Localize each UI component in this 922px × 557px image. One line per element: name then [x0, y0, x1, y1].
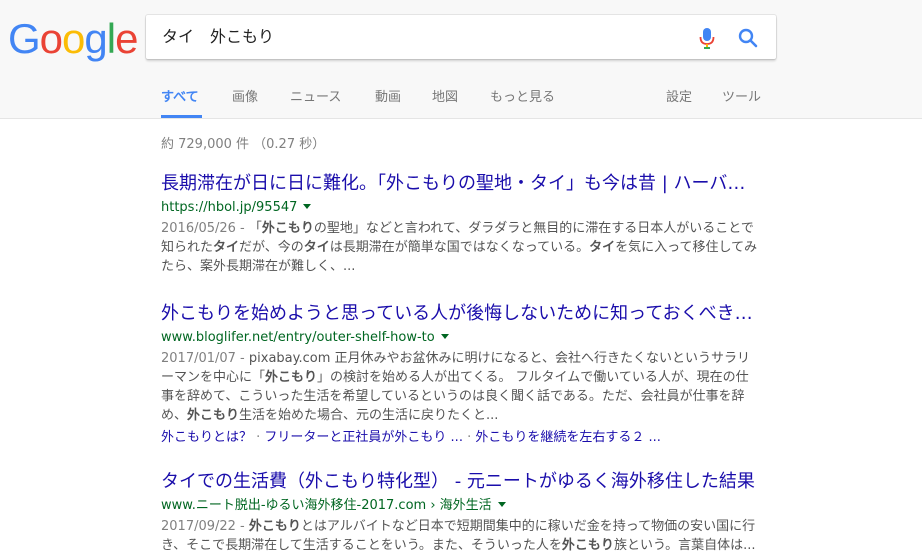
google-logo[interactable]: Google: [8, 14, 138, 64]
snippet-text: は長期滞在が簡単な国ではなくなっている。: [329, 240, 590, 255]
snippet-text: 族という。言葉自体は...: [613, 538, 756, 553]
snippet-highlight: 外こもり: [261, 221, 314, 236]
search-result: 長期滞在が日に日に難化。「外こもりの聖地・タイ」も今は昔 | ハーバ… http…: [161, 172, 761, 276]
result-title-link[interactable]: タイでの生活費（外こもり特化型） - 元ニートがゆるく海外移住した結果: [161, 470, 761, 494]
tab-videos[interactable]: 動画: [375, 86, 401, 105]
result-date: 2016/05/26 -: [161, 221, 249, 236]
snippet-highlight: 外こもり: [187, 408, 240, 423]
search-icon[interactable]: [738, 28, 758, 48]
result-url-text: www.ニート脱出-ゆるい海外移住-2017.com › 海外生活: [161, 498, 492, 513]
tab-tools[interactable]: ツール: [722, 86, 761, 105]
search-input[interactable]: タイ 外こもり: [162, 15, 274, 59]
search-tabs: すべて 画像 ニュース 動画 地図 もっと見る 設定 ツール: [0, 86, 922, 118]
result-title-link[interactable]: 外こもりを始めようと思っている人が後悔しないために知っておくべき…: [161, 302, 761, 326]
sublink[interactable]: フリーターと正社員が外こもり ...: [264, 430, 463, 445]
tab-settings[interactable]: 設定: [666, 86, 692, 105]
search-box[interactable]: タイ 外こもり: [146, 15, 776, 59]
tab-maps[interactable]: 地図: [432, 86, 458, 105]
tab-images[interactable]: 画像: [232, 86, 258, 105]
snippet-text: だが、今の: [239, 240, 304, 255]
result-date: 2017/01/07 -: [161, 351, 249, 366]
snippet-text: 生活を始めた場合、元の生活に戻りたくと...: [239, 408, 499, 423]
logo-letter: o: [39, 15, 63, 62]
snippet-highlight: 外こもり: [265, 370, 318, 385]
result-stats: 約 729,000 件 （0.27 秒）: [161, 137, 326, 152]
result-title-link[interactable]: 長期滞在が日に日に難化。「外こもりの聖地・タイ」も今は昔 | ハーバ…: [161, 172, 761, 196]
logo-letter: e: [115, 15, 138, 62]
snippet-highlight: タイ: [589, 240, 616, 255]
result-snippet: 2016/05/26 - 「外こもりの聖地」などと言われて、ダラダラと無目的に滞…: [161, 219, 761, 276]
result-url-text: https://hbol.jp/95547: [161, 200, 298, 215]
snippet-highlight: 外こもり: [248, 519, 301, 534]
logo-letter: o: [62, 15, 85, 62]
snippet-highlight: 外こもり: [561, 538, 614, 553]
logo-letter: g: [84, 15, 107, 62]
active-tab-indicator: [161, 115, 202, 118]
tab-all[interactable]: すべて: [161, 86, 199, 105]
logo-letter: G: [8, 15, 41, 62]
tab-more[interactable]: もっと見る: [490, 86, 555, 105]
caret-down-icon[interactable]: [303, 204, 312, 209]
tab-news[interactable]: ニュース: [290, 86, 341, 105]
caret-down-icon[interactable]: [497, 502, 506, 507]
search-result: タイでの生活費（外こもり特化型） - 元ニートがゆるく海外移住した結果 www.…: [161, 470, 761, 555]
result-url-text: www.bloglifer.net/entry/outer-shelf-how-…: [161, 330, 435, 345]
result-url: www.ニート脱出-ゆるい海外移住-2017.com › 海外生活: [161, 497, 761, 515]
header-bar: Google タイ 外こもり すべて 画像 ニュース 動画 地図 もっと見る 設…: [0, 0, 922, 119]
result-sublinks: 外こもりとは？ · フリーターと正社員が外こもり ... · 外こもりを継続を左…: [161, 428, 761, 447]
logo-letter: l: [106, 15, 116, 62]
caret-down-icon[interactable]: [440, 334, 449, 339]
microphone-icon[interactable]: [699, 28, 715, 50]
result-date: 2017/09/22 -: [161, 519, 249, 534]
snippet-highlight: タイ: [213, 240, 240, 255]
sublink[interactable]: 外こもりとは？: [161, 430, 252, 445]
result-url: https://hbol.jp/95547: [161, 199, 761, 217]
result-snippet: 2017/09/22 - 外こもりとはアルバイトなど日本で短期間集中的に稼いだ金…: [161, 517, 761, 555]
snippet-highlight: タイ: [303, 240, 330, 255]
search-result: 外こもりを始めようと思っている人が後悔しないために知っておくべき… www.bl…: [161, 302, 761, 447]
sublink[interactable]: 外こもりを継続を左右する２ ...: [475, 430, 661, 445]
result-url: www.bloglifer.net/entry/outer-shelf-how-…: [161, 329, 761, 347]
snippet-text: 「: [248, 221, 262, 236]
result-snippet: 2017/01/07 - pixabay.com 正月休みやお盆休みに明けになる…: [161, 349, 761, 425]
